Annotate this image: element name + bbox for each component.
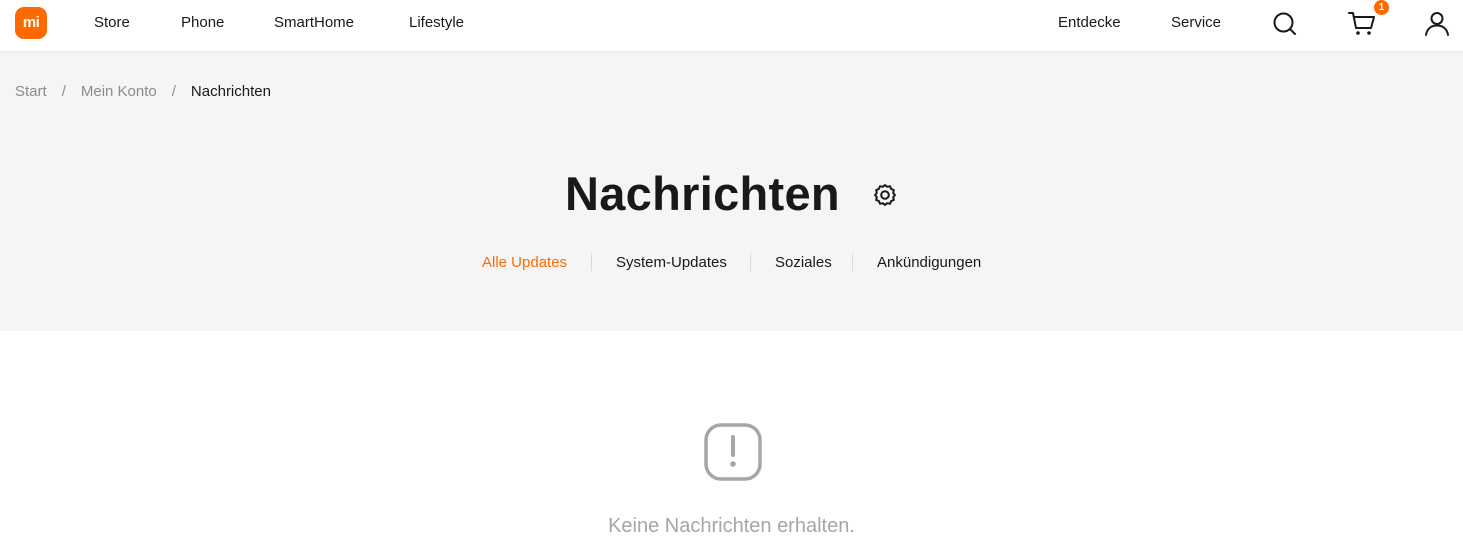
breadcrumb-start[interactable]: Start: [15, 83, 47, 100]
tab-soziales[interactable]: Soziales: [775, 251, 832, 275]
breadcrumb: Start / Mein Konto / Nachrichten: [15, 81, 271, 103]
cart-count-badge: 1: [1374, 0, 1389, 15]
tab-divider: [591, 253, 592, 271]
breadcrumb-separator: /: [171, 83, 176, 100]
tab-divider: [852, 253, 853, 271]
exclamation-icon: [703, 422, 763, 482]
cart-icon[interactable]: [1347, 10, 1377, 38]
empty-state-message: Keine Nachrichten erhalten.: [608, 515, 855, 537]
mi-logo[interactable]: mi: [15, 7, 47, 39]
nav-link-phone[interactable]: Phone: [181, 0, 224, 46]
top-navigation-bar: mi Store Phone SmartHome Lifestyle Entde…: [0, 0, 1463, 51]
nav-link-store[interactable]: Store: [94, 0, 130, 46]
nav-link-lifestyle[interactable]: Lifestyle: [409, 0, 464, 46]
nav-link-smarthome[interactable]: SmartHome: [274, 0, 354, 46]
gear-icon[interactable]: [870, 180, 900, 210]
page-title: Nachrichten: [565, 167, 840, 220]
breadcrumb-nachrichten: Nachrichten: [190, 83, 271, 100]
user-icon[interactable]: [1423, 10, 1451, 38]
search-icon[interactable]: [1271, 10, 1299, 38]
nav-link-service[interactable]: Service: [1171, 0, 1221, 46]
tab-ankuendigungen[interactable]: Ankündigungen: [877, 251, 981, 275]
message-tabs: Alle Updates System-Updates Soziales Ank…: [0, 251, 1463, 275]
nav-link-entdecke[interactable]: Entdecke: [1058, 0, 1121, 46]
breadcrumb-mein-konto[interactable]: Mein Konto: [81, 83, 157, 100]
tab-divider: [750, 253, 751, 271]
breadcrumb-separator: /: [61, 83, 66, 100]
logo-text: mi: [22, 14, 40, 31]
tab-alle-updates[interactable]: Alle Updates: [482, 251, 567, 275]
tab-system-updates[interactable]: System-Updates: [616, 251, 727, 275]
